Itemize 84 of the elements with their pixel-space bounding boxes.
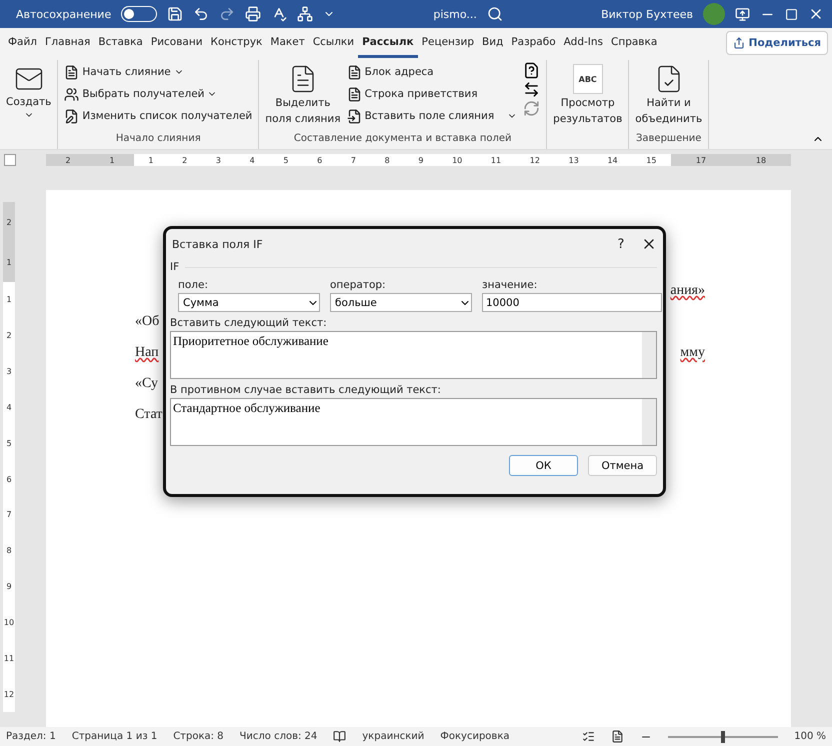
then-label: Вставить следующий текст: bbox=[170, 317, 328, 329]
edit-document-icon bbox=[64, 108, 80, 124]
document-text: Стат bbox=[135, 407, 162, 424]
ribbon-tab[interactable]: Файл bbox=[4, 28, 42, 58]
zoom-thumb[interactable] bbox=[721, 730, 726, 742]
page-status: Страница 1 из 1 bbox=[72, 731, 158, 742]
cancel-button[interactable]: Отмена bbox=[588, 455, 657, 476]
ribbon-command[interactable]: Строка приветствия bbox=[346, 84, 518, 104]
ribbon-tab[interactable]: Макет bbox=[266, 28, 309, 58]
operator-dropdown[interactable]: больше bbox=[330, 293, 472, 312]
ok-button[interactable]: ОК bbox=[509, 455, 578, 476]
undo-icon[interactable] bbox=[193, 6, 210, 22]
ribbon-tab[interactable]: Справка bbox=[607, 28, 662, 58]
else-label: В противном случае вставить следующий текст: bbox=[170, 384, 442, 396]
printer-icon[interactable] bbox=[245, 6, 262, 22]
field-label: поле: bbox=[178, 279, 209, 291]
document-icon bbox=[346, 64, 362, 80]
ribbon-tab[interactable]: Вид bbox=[478, 28, 508, 58]
dialog-title: Вставка поля IF bbox=[171, 238, 264, 250]
user-name: Виктор Бухтеев bbox=[601, 8, 694, 20]
horizontal-ruler: 2 1 1 2 3 4 5 6 7 8 9 10 11 12 13 14 15 17 18 bbox=[46, 154, 791, 166]
preview-icon: ABC bbox=[572, 64, 603, 94]
ribbon-tab[interactable]: Add-Ins bbox=[560, 28, 607, 58]
redo-icon[interactable] bbox=[219, 6, 236, 22]
finish-merge-button[interactable]: Найти и объединить bbox=[635, 60, 702, 133]
maximize-icon[interactable] bbox=[785, 8, 798, 20]
highlight-fields-button[interactable]: Выделить поля слияния bbox=[265, 60, 341, 133]
line-status: Строка: 8 bbox=[173, 731, 224, 742]
zoom-level[interactable]: 100 % bbox=[794, 731, 826, 742]
focus-button[interactable]: Фокусировка bbox=[440, 731, 510, 742]
group-title: Составление документа и вставка полей bbox=[292, 133, 513, 146]
document-text: «Об bbox=[135, 314, 160, 331]
ribbon-command[interactable]: Вставить поле слияния bbox=[346, 106, 518, 126]
document-text: «Су bbox=[135, 376, 158, 393]
language-status[interactable]: украинский bbox=[362, 731, 424, 742]
group-title: Начало слияния bbox=[114, 133, 202, 146]
page-icon[interactable] bbox=[611, 730, 624, 743]
help-button[interactable]: ? bbox=[611, 236, 631, 252]
zoom-slider[interactable] bbox=[668, 730, 778, 742]
book-icon[interactable] bbox=[333, 730, 346, 743]
share-icon bbox=[732, 37, 745, 49]
save-icon[interactable] bbox=[167, 6, 184, 22]
autosave-toggle[interactable] bbox=[121, 6, 158, 22]
rules-icon[interactable] bbox=[523, 62, 540, 79]
display-icon[interactable] bbox=[735, 6, 750, 22]
ribbon-tab[interactable]: Рисовани bbox=[146, 28, 207, 58]
ribbon-tab[interactable]: Ссылки bbox=[308, 28, 358, 58]
operator-label: оператор: bbox=[330, 279, 387, 291]
document-icon bbox=[346, 86, 362, 102]
tab-stop-selector[interactable] bbox=[4, 154, 16, 166]
else-text-field[interactable]: Стандартное обслуживание bbox=[170, 398, 657, 446]
ribbon-command[interactable]: Блок адреса bbox=[346, 62, 518, 82]
value-label: значение: bbox=[482, 279, 538, 291]
ribbon-command[interactable]: Изменить список получателей bbox=[64, 106, 252, 126]
ribbon-command[interactable]: Выбрать получателей bbox=[64, 84, 252, 104]
then-text-field[interactable]: Приоритетное обслуживание bbox=[170, 331, 657, 379]
ribbon-tab[interactable]: Главная bbox=[41, 28, 94, 58]
document-text: ания» bbox=[670, 283, 705, 300]
create-button[interactable]: Создать bbox=[6, 60, 52, 133]
avatar bbox=[703, 3, 726, 25]
autosave-label: Автосохранение bbox=[16, 8, 112, 20]
document-icon bbox=[64, 64, 80, 80]
value-field[interactable]: 10000 bbox=[482, 293, 662, 312]
group-label: IF bbox=[170, 261, 180, 273]
document-text: мму bbox=[680, 345, 705, 362]
share-button[interactable]: Поделиться bbox=[726, 31, 828, 55]
ribbon-tab[interactable]: Рецензир bbox=[418, 28, 478, 58]
search-icon[interactable] bbox=[486, 6, 503, 22]
diagram-icon[interactable] bbox=[297, 6, 314, 22]
group-title: Завершение bbox=[635, 133, 702, 146]
insert-document-icon bbox=[346, 108, 362, 124]
field-dropdown[interactable]: Сумма bbox=[178, 293, 320, 312]
match-fields-icon[interactable] bbox=[523, 81, 540, 98]
checklist-icon[interactable] bbox=[582, 730, 596, 743]
people-icon bbox=[64, 86, 80, 102]
ribbon-command[interactable]: Начать слияние bbox=[64, 62, 252, 82]
ribbon-tab[interactable]: Разрабо bbox=[507, 28, 560, 58]
preview-results-button[interactable]: ABC Просмотр результатов bbox=[553, 60, 622, 133]
word-count[interactable]: Число слов: 24 bbox=[240, 731, 318, 742]
ribbon-tab[interactable]: Вставка bbox=[94, 28, 147, 58]
ribbon-tab[interactable]: Конструк bbox=[206, 28, 266, 58]
file-name[interactable]: pismo... bbox=[433, 8, 477, 20]
document-text: Нап bbox=[135, 345, 159, 362]
section-status: Раздел: 1 bbox=[6, 731, 56, 742]
